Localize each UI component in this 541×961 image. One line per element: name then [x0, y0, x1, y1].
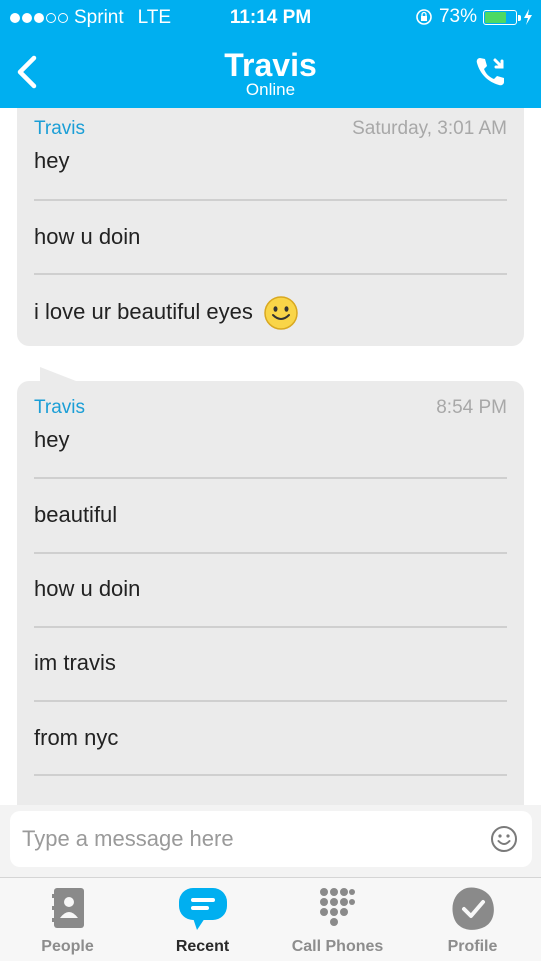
message-divider [34, 552, 507, 554]
message-sender: Travis [34, 397, 86, 418]
message-group: Travis Saturday, 3:01 AM hey how u doin … [17, 108, 524, 346]
status-bar: Sprint LTE 11:14 PM 73% [0, 0, 541, 36]
tab-profile[interactable]: Profile [405, 878, 540, 961]
message-divider [34, 774, 507, 776]
status-right: 73% [415, 6, 533, 28]
charging-bolt-icon [524, 9, 532, 25]
header: Sprint LTE 11:14 PM 73% Travis Online [0, 0, 541, 108]
message-time: Saturday, 3:01 AM [352, 118, 507, 139]
message-text: beautiful [34, 502, 118, 527]
bubble-tail [40, 367, 76, 381]
message-divider [34, 273, 507, 275]
dialpad-icon [319, 888, 355, 926]
contact-status: Online [245, 80, 296, 99]
tab-bar: People Recent Call Phones Profile [0, 877, 541, 961]
message-text: how u doin [34, 576, 141, 601]
message-text-with-emoji: i love ur beautiful eyes [34, 295, 299, 331]
phone-call-icon [476, 58, 504, 86]
tab-people[interactable]: People [0, 878, 135, 961]
message-time: 8:54 PM [436, 397, 507, 418]
message-text: hey [34, 427, 70, 452]
message-input[interactable] [10, 825, 484, 853]
rotation-lock-icon [416, 9, 432, 25]
message-divider [34, 477, 507, 479]
contact-name: Travis [224, 47, 317, 83]
smiley-emoji-icon [264, 296, 298, 330]
composer [0, 805, 541, 877]
message-text: i love ur beautiful eyes [34, 298, 253, 324]
message-sender: Travis [34, 118, 86, 139]
tab-label: Call Phones [291, 938, 384, 955]
emoticon-button[interactable] [484, 819, 524, 859]
smiley-icon [491, 826, 517, 852]
contacts-icon [51, 888, 84, 928]
message-divider [34, 626, 507, 628]
message-text: hey [34, 148, 70, 173]
message-text: from nyc [34, 725, 119, 750]
message-divider [34, 199, 507, 201]
tab-label: Recent [175, 938, 230, 955]
tab-label: Profile [447, 938, 498, 955]
tab-label: People [41, 938, 94, 955]
profile-icon [451, 887, 494, 930]
message-text: im travis [34, 650, 116, 675]
message-input-box [10, 811, 532, 867]
call-button[interactable] [471, 52, 511, 92]
message-group: Travis 8:54 PM hey beautiful how u doin … [17, 381, 524, 805]
tab-recent[interactable]: Recent [135, 878, 270, 961]
message-text: how u doin [34, 224, 141, 249]
battery-icon [483, 9, 521, 25]
battery-percent: 73% [438, 6, 477, 27]
message-divider [34, 700, 507, 702]
tab-call-phones[interactable]: Call Phones [270, 878, 405, 961]
chat-bubble-icon [178, 888, 227, 930]
message-list[interactable]: Travis Saturday, 3:01 AM hey how u doin … [0, 108, 541, 805]
